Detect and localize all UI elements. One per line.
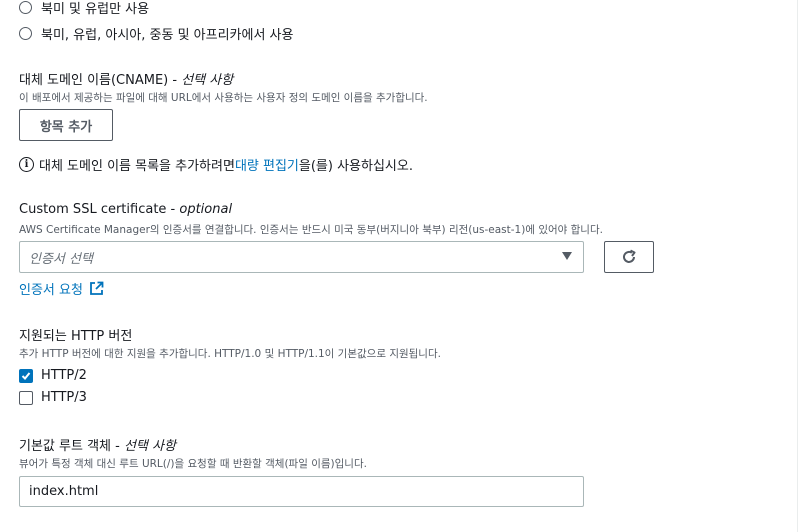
- ssl-label: Custom SSL certificate - optional: [19, 202, 233, 217]
- radio-label: 북미, 유럽, 아시아, 중동 및 아프리카에서 사용: [41, 28, 294, 43]
- panel-divider: [797, 0, 798, 532]
- add-item-button[interactable]: 항목 추가: [19, 109, 113, 141]
- caret-down-icon: [562, 252, 572, 260]
- radio-button[interactable]: [19, 1, 32, 14]
- bulk-editor-link[interactable]: 대량 편집기: [235, 155, 299, 174]
- refresh-button[interactable]: [604, 241, 654, 273]
- certificate-select[interactable]: 인증서 선택: [19, 241, 584, 273]
- http2-label: HTTP/2: [41, 368, 87, 383]
- cname-label: 대체 도메인 이름(CNAME) - 선택 사항: [19, 73, 234, 88]
- http3-checkbox[interactable]: [19, 390, 33, 405]
- external-link-icon: [89, 281, 104, 296]
- http3-option[interactable]: HTTP/3: [19, 390, 87, 405]
- http3-label: HTTP/3: [41, 390, 87, 405]
- cname-description: 이 배포에서 제공하는 파일에 대해 URL에서 사용하는 사용자 정의 도메인…: [19, 92, 428, 104]
- http2-option[interactable]: HTTP/2: [19, 368, 87, 383]
- root-object-label: 기본값 루트 객체 - 선택 사항: [19, 439, 176, 454]
- http-version-label: 지원되는 HTTP 버전: [19, 329, 133, 344]
- price-class-option-na-eu[interactable]: 북미 및 유럽만 사용: [19, 0, 149, 17]
- root-object-input[interactable]: [19, 476, 584, 507]
- info-icon: i: [19, 157, 34, 172]
- bulk-editor-info: i 대체 도메인 이름 목록을 추가하려면 대량 편집기 을(를) 사용하십시오.: [19, 155, 413, 174]
- http2-checkbox[interactable]: [19, 368, 33, 383]
- request-certificate-link[interactable]: 인증서 요청: [19, 279, 104, 298]
- root-object-description: 뷰어가 특정 객체 대신 루트 URL(/)을 요청할 때 반환할 객체(파일 …: [19, 458, 367, 470]
- checkmark-icon: [21, 371, 31, 380]
- radio-button[interactable]: [19, 27, 32, 40]
- price-class-option-all-regions[interactable]: 북미, 유럽, 아시아, 중동 및 아프리카에서 사용: [19, 24, 293, 43]
- refresh-icon: [623, 249, 636, 263]
- http-version-description: 추가 HTTP 버전에 대한 지원을 추가합니다. HTTP/1.0 및 HTT…: [19, 348, 441, 360]
- certificate-select-placeholder: 인증서 선택: [29, 251, 93, 267]
- radio-label: 북미 및 유럽만 사용: [41, 2, 150, 17]
- ssl-description: AWS Certificate Manager의 인증서를 연결합니다. 인증서…: [19, 224, 603, 236]
